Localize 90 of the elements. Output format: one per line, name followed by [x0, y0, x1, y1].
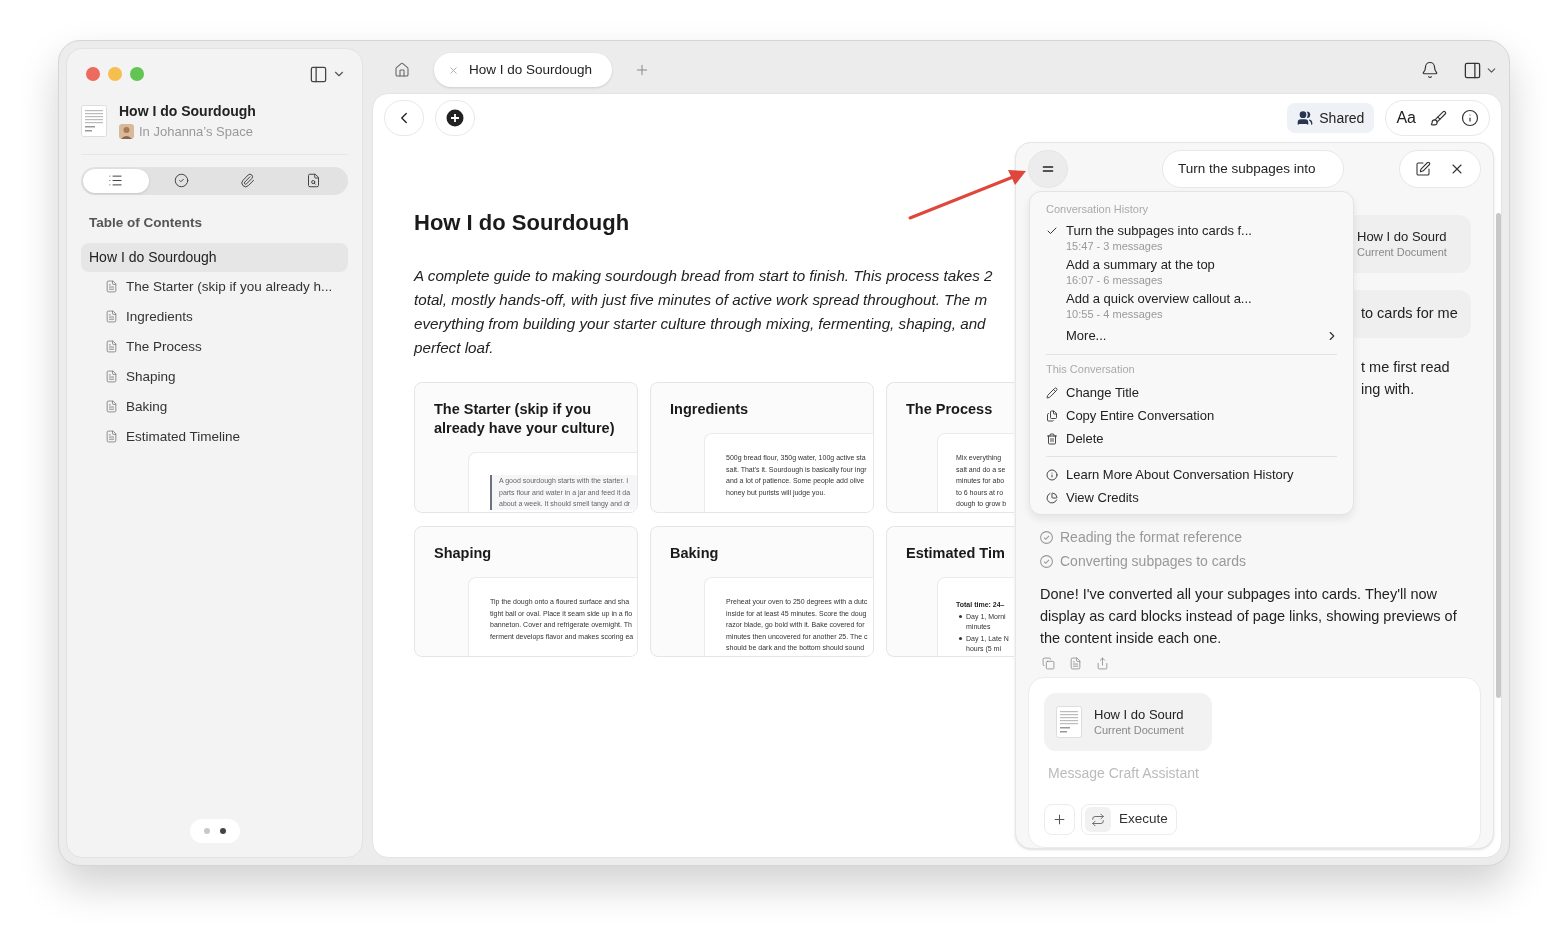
close-tab-icon[interactable] [448, 64, 459, 76]
menu-item[interactable]: Learn More About Conversation History [1046, 463, 1337, 486]
document-thumbnail [81, 105, 107, 138]
menu-item[interactable]: View Credits [1046, 486, 1337, 509]
message-input[interactable]: Message Craft Assistant [1048, 763, 1348, 784]
share-icon[interactable] [1096, 657, 1109, 670]
attachments-icon [239, 173, 255, 188]
card-title: Baking [670, 544, 720, 563]
history-item[interactable]: Add a quick overview callout a... 10:55 - 4 messages [1046, 289, 1337, 321]
page-icon [105, 370, 118, 384]
sidebar-toggle-icon[interactable] [309, 64, 328, 84]
toc-subitem[interactable]: Shaping [81, 361, 348, 392]
bullet-icon [959, 637, 962, 640]
history-title: Add a quick overview callout a... [1066, 289, 1252, 307]
history-meta: 15:47 - 3 messages [1066, 238, 1164, 253]
plus-circle-icon [446, 109, 464, 127]
toc-subitem[interactable]: The Process [81, 331, 348, 362]
plus-icon [1052, 812, 1067, 827]
pie-chart-icon [1046, 491, 1058, 504]
shared-button[interactable]: Shared [1287, 103, 1375, 133]
space-label: In Johanna’s Space [139, 123, 253, 141]
toc-subitem[interactable]: Ingredients [81, 301, 348, 332]
card-title: Shaping [434, 544, 493, 563]
history-meta: 16:07 - 6 messages [1066, 272, 1164, 287]
copy-icon [1046, 409, 1058, 422]
avatar-icon [119, 124, 134, 140]
info-icon [1046, 468, 1058, 481]
menu-item[interactable]: Delete [1046, 427, 1337, 450]
history-title: Turn the subpages into cards f... [1066, 221, 1252, 239]
page-icon [105, 400, 118, 414]
page-icon [105, 340, 118, 354]
people-icon [1297, 110, 1314, 126]
panel-toggle-icon[interactable] [1463, 60, 1482, 80]
assistant-message: t me first read ing with. [1361, 358, 1451, 399]
document-icon[interactable] [1069, 657, 1082, 670]
card-title: The Process [906, 400, 994, 419]
document-intro: A complete guide to making sourdough bread from start to finish. This process takes 2 total, mostly hands-off, with just five minutes of active work spread throughout. The m everything from building your starter culture through mixing, fermenting, shaping, and perfect loaf. [414, 266, 993, 358]
page-icon [105, 310, 118, 324]
document-title: How I do Sourdough [119, 102, 256, 121]
assistant-reply: Done! I've converted all your subpages into cards. They'll now display as card blocks instead of page links, showing previews of the content inside each one. [1039, 585, 1458, 648]
history-meta: 10:55 - 4 messages [1066, 306, 1164, 321]
info-icon[interactable] [1461, 109, 1479, 127]
chip-title: How I do Sourd [1357, 228, 1448, 245]
menu-section-heading: Conversation History [1046, 202, 1149, 217]
conversation-title: Turn the subpages into [1162, 150, 1344, 188]
tasks-icon [174, 173, 190, 188]
step-label: Converting subpages to cards [1060, 552, 1246, 571]
pencil-icon [1046, 386, 1058, 399]
card-title: Ingredients [670, 400, 750, 419]
repeat-icon [1091, 812, 1105, 827]
page-icon [105, 280, 118, 294]
notifications-icon[interactable] [1421, 61, 1439, 79]
document-thumbnail [1056, 706, 1082, 738]
chip-title: How I do Sourd [1094, 706, 1184, 723]
zoom-window-button[interactable] [130, 67, 144, 81]
page-indicator[interactable] [189, 819, 240, 843]
card-title: The Starter (skip if you already have your culture) [434, 400, 616, 438]
close-window-button[interactable] [86, 67, 100, 81]
conversation-menu-button[interactable] [1028, 150, 1068, 188]
toc-subitem[interactable]: The Starter (skip if you already h... [81, 271, 348, 302]
chip-subtitle: Current Document [1094, 722, 1184, 738]
document-heading: How I do Sourdough [414, 210, 631, 236]
document-tab[interactable]: How I do Sourdough [434, 53, 612, 87]
list-icon [108, 173, 124, 188]
more-item[interactable]: More... [1046, 323, 1337, 348]
toc-heading: Table of Contents [89, 213, 203, 232]
scrollbar[interactable] [1496, 213, 1501, 698]
search-icon [305, 173, 321, 188]
document-chip[interactable]: How I do Sourd Current Document [1044, 693, 1212, 751]
toc-item[interactable]: How I do Sourdough [81, 242, 348, 272]
text-style-button[interactable]: Aa [1396, 106, 1416, 130]
menu-item[interactable]: Copy Entire Conversation [1046, 404, 1337, 427]
menu-item[interactable]: Change Title [1046, 381, 1337, 404]
execute-button[interactable]: Execute [1081, 804, 1177, 835]
step-label: Reading the format reference [1060, 528, 1243, 547]
trash-icon [1046, 432, 1058, 445]
bullet-icon [959, 615, 962, 618]
copy-icon[interactable] [1042, 657, 1055, 670]
history-title: Add a summary at the top [1066, 255, 1215, 273]
list-view-tab[interactable] [83, 168, 149, 193]
page-card[interactable] [650, 526, 874, 657]
chip-subtitle: Current Document [1357, 244, 1448, 260]
menu-section-heading: This Conversation [1046, 361, 1135, 377]
toc-subitem[interactable]: Baking [81, 391, 348, 422]
toc-subitem[interactable]: Estimated Timeline [81, 421, 348, 452]
card-title: Estimated Tim [906, 544, 1006, 563]
brush-icon[interactable] [1430, 109, 1447, 127]
new-chat-icon[interactable] [1415, 161, 1431, 177]
home-icon[interactable] [394, 62, 410, 78]
page-icon [105, 430, 118, 444]
